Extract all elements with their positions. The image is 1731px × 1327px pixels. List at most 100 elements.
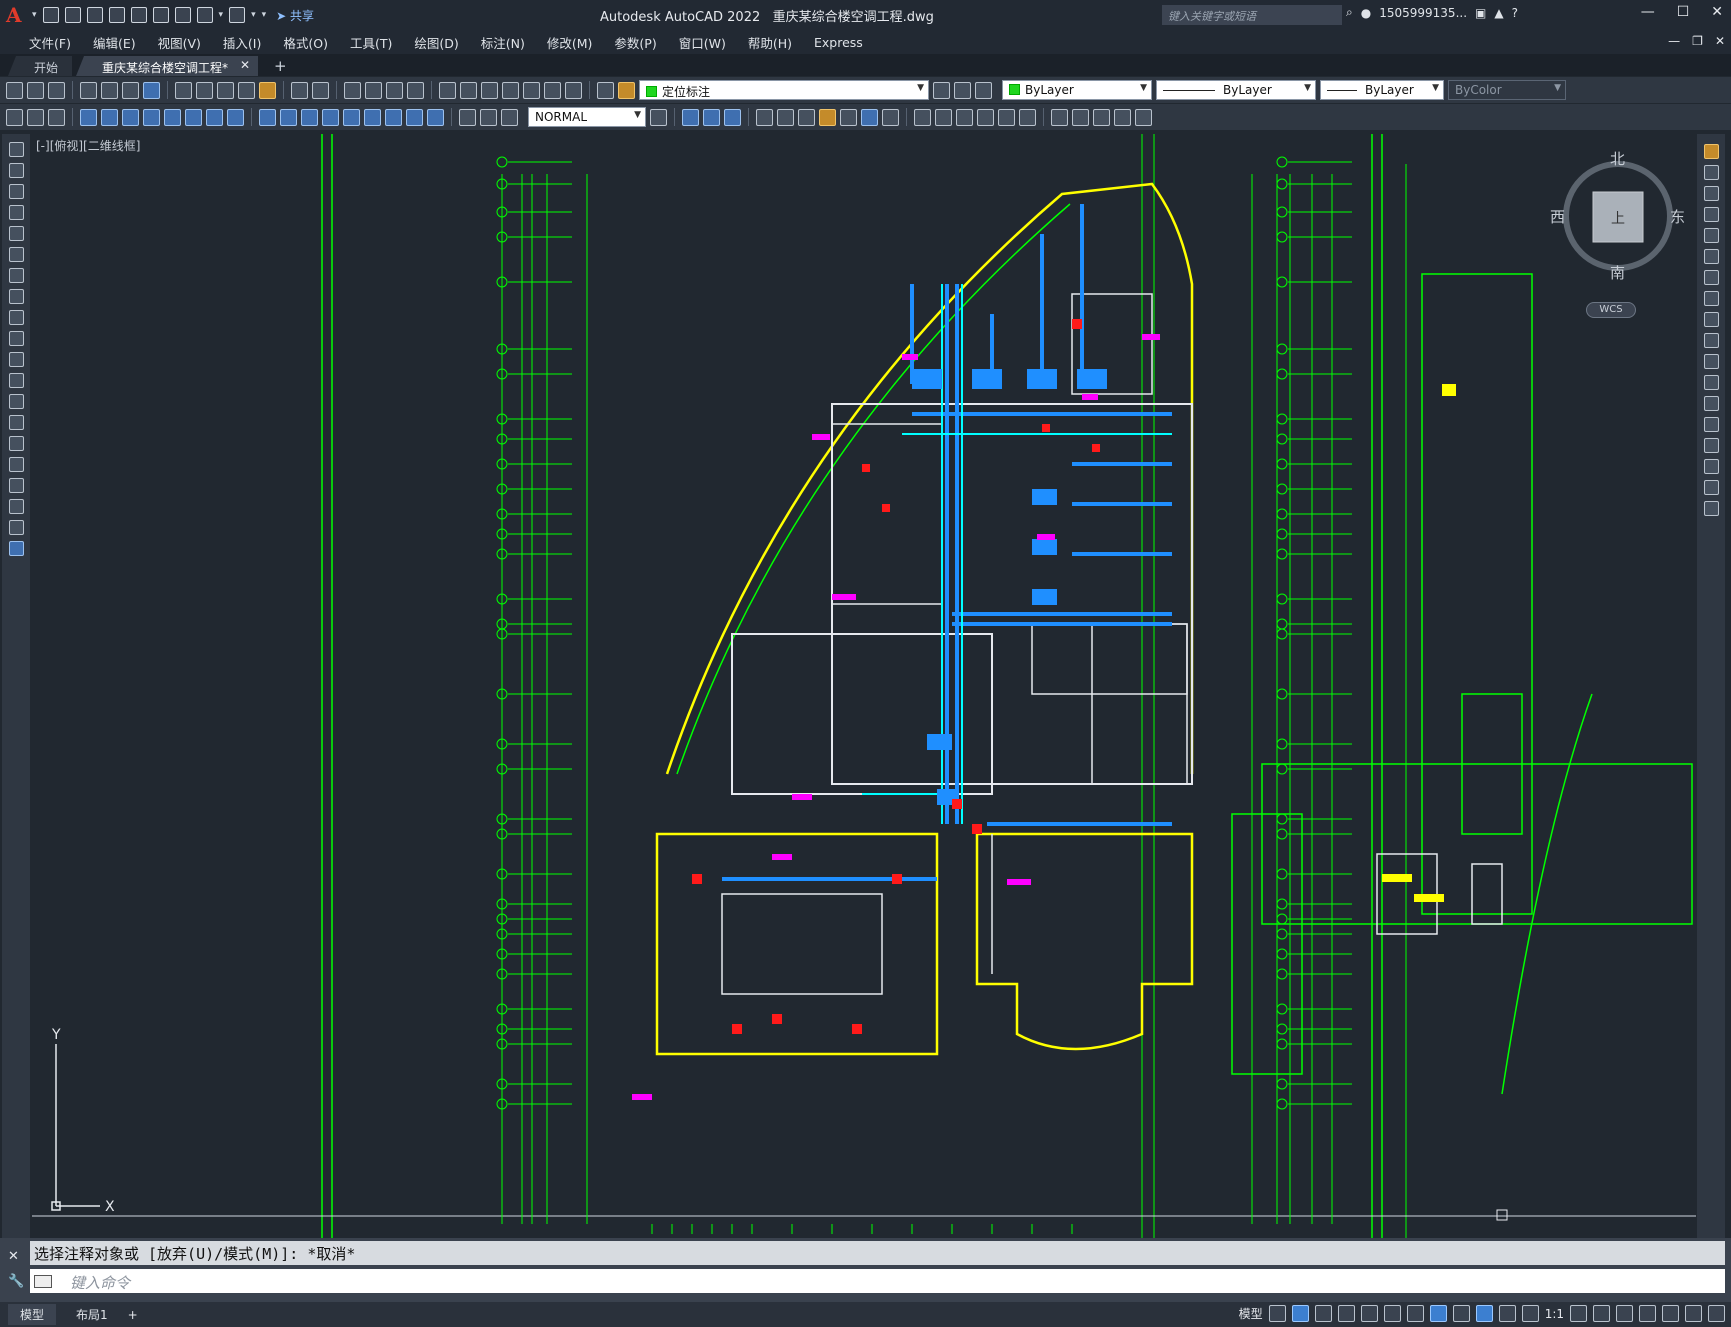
tool-icon[interactable] xyxy=(703,108,720,126)
dimension-space-icon[interactable] xyxy=(322,108,339,126)
open-icon[interactable] xyxy=(27,81,44,99)
menu-insert[interactable]: 插入(I) xyxy=(212,33,272,52)
tool-icon[interactable] xyxy=(6,108,23,126)
open-web-icon[interactable] xyxy=(130,7,147,23)
menu-file[interactable]: 文件(F) xyxy=(18,33,82,52)
fillet-icon[interactable] xyxy=(1703,459,1719,474)
undo-chevron-icon[interactable]: ▾ xyxy=(219,10,224,20)
object-snap-tracking-icon[interactable] xyxy=(1383,1305,1401,1322)
cart-icon[interactable]: ▣ xyxy=(1475,6,1486,20)
auto-scale-icon[interactable] xyxy=(1498,1305,1516,1322)
paste-icon[interactable] xyxy=(217,81,234,99)
menu-express[interactable]: Express xyxy=(803,35,874,50)
explode-icon[interactable] xyxy=(1703,501,1719,516)
publish-icon[interactable] xyxy=(122,81,139,99)
user-icon[interactable]: ● xyxy=(1361,6,1371,20)
search-icon[interactable]: ⌕ xyxy=(1346,5,1353,20)
tab-model[interactable]: 模型 xyxy=(8,1304,57,1325)
tab-layout1[interactable]: 布局1 xyxy=(64,1304,120,1325)
baseline-dimension-icon[interactable] xyxy=(280,108,297,126)
tool-icon[interactable] xyxy=(998,108,1015,126)
jogged-dimension-icon[interactable] xyxy=(185,108,202,126)
tool-icon[interactable] xyxy=(914,108,931,126)
tool-icon[interactable] xyxy=(724,108,741,126)
tool-icon[interactable] xyxy=(882,108,899,126)
polar-tracking-icon[interactable] xyxy=(1360,1305,1378,1322)
spline-icon[interactable] xyxy=(8,310,24,325)
menu-tools[interactable]: 工具(T) xyxy=(339,33,403,52)
gradient-icon[interactable] xyxy=(8,457,24,472)
tool-icon[interactable] xyxy=(1135,108,1152,126)
polygon-icon[interactable] xyxy=(8,205,24,220)
redo-chevron-icon[interactable]: ▾ xyxy=(251,10,256,20)
tool-icon[interactable] xyxy=(682,108,699,126)
scale-icon[interactable] xyxy=(1703,291,1719,306)
tool-icon[interactable] xyxy=(840,108,857,126)
properties-icon[interactable] xyxy=(439,81,456,99)
isometric-icon[interactable] xyxy=(1406,1305,1424,1322)
zoom-realtime-icon[interactable] xyxy=(365,81,382,99)
drawing-canvas[interactable]: Y X xyxy=(32,134,1696,1238)
tool-icon[interactable] xyxy=(935,108,952,126)
menu-dimension[interactable]: 标注(N) xyxy=(470,33,536,52)
multiline-text-icon[interactable] xyxy=(8,520,24,535)
menu-edit[interactable]: 编辑(E) xyxy=(82,33,147,52)
menu-format[interactable]: 格式(O) xyxy=(272,33,339,52)
menu-view[interactable]: 视图(V) xyxy=(147,33,212,52)
menu-modify[interactable]: 修改(M) xyxy=(536,33,604,52)
compass-north[interactable]: 北 xyxy=(1610,150,1625,168)
layer-dropdown[interactable]: 定位标注 ▼ xyxy=(639,80,929,100)
help-icon[interactable]: ? xyxy=(1512,6,1518,20)
undo-icon[interactable] xyxy=(196,7,213,23)
close-command-icon[interactable]: ✕ xyxy=(8,1249,19,1264)
make-current-layer-icon[interactable] xyxy=(933,81,950,99)
radius-dimension-icon[interactable] xyxy=(164,108,181,126)
isolate-objects-icon[interactable] xyxy=(1662,1305,1679,1322)
design-center-icon[interactable] xyxy=(460,81,477,99)
center-mark-icon[interactable] xyxy=(385,108,402,126)
dimension-break-icon[interactable] xyxy=(343,108,360,126)
zoom-window-icon[interactable] xyxy=(386,81,403,99)
region-icon[interactable] xyxy=(8,478,24,493)
open-file-icon[interactable] xyxy=(64,7,81,23)
add-selected-icon[interactable] xyxy=(8,541,24,556)
ortho-icon[interactable] xyxy=(1337,1305,1355,1322)
autocad-logo[interactable]: A xyxy=(6,4,26,26)
redo-icon[interactable] xyxy=(229,7,246,23)
tool-icon[interactable] xyxy=(48,108,65,126)
continue-dimension-icon[interactable] xyxy=(301,108,318,126)
tool-icon[interactable] xyxy=(1093,108,1110,126)
tool-icon[interactable] xyxy=(756,108,773,126)
hatch-icon[interactable] xyxy=(8,436,24,451)
table-icon[interactable] xyxy=(8,499,24,514)
polyline-icon[interactable] xyxy=(8,184,24,199)
break-icon[interactable] xyxy=(1703,396,1719,411)
pan-icon[interactable] xyxy=(344,81,361,99)
add-layout-button[interactable]: + xyxy=(128,1308,138,1322)
snap-icon[interactable] xyxy=(1291,1305,1309,1322)
arc-length-icon[interactable] xyxy=(122,108,139,126)
construction-line-icon[interactable] xyxy=(8,163,24,178)
command-input[interactable]: 键入命令 xyxy=(30,1269,1725,1293)
diameter-dimension-icon[interactable] xyxy=(206,108,223,126)
lineweight-icon[interactable] xyxy=(1452,1305,1470,1322)
new-icon[interactable] xyxy=(6,81,23,99)
clean-screen-icon[interactable] xyxy=(1685,1305,1702,1322)
array-icon[interactable] xyxy=(1703,228,1719,243)
autodesk-app-icon[interactable]: ▲ xyxy=(1494,6,1503,20)
annotation-visibility-icon[interactable] xyxy=(1475,1305,1493,1322)
layer-on-icon[interactable] xyxy=(618,81,635,99)
jogged-linear-icon[interactable] xyxy=(427,108,444,126)
chamfer-icon[interactable] xyxy=(1703,438,1719,453)
tool-icon[interactable] xyxy=(798,108,815,126)
tool-icon[interactable] xyxy=(819,108,836,126)
tab-start[interactable]: 开始 xyxy=(8,56,73,76)
menu-help[interactable]: 帮助(H) xyxy=(737,33,803,52)
aligned-dimension-icon[interactable] xyxy=(101,108,118,126)
grid-icon[interactable] xyxy=(1268,1305,1286,1322)
point-icon[interactable] xyxy=(8,415,24,430)
lineweight-dropdown[interactable]: ByLayer ▼ xyxy=(1320,80,1444,100)
model-space-label[interactable]: 模型 xyxy=(1239,1305,1263,1322)
tool-palettes-icon[interactable] xyxy=(481,81,498,99)
3d-print-icon[interactable] xyxy=(143,81,160,99)
